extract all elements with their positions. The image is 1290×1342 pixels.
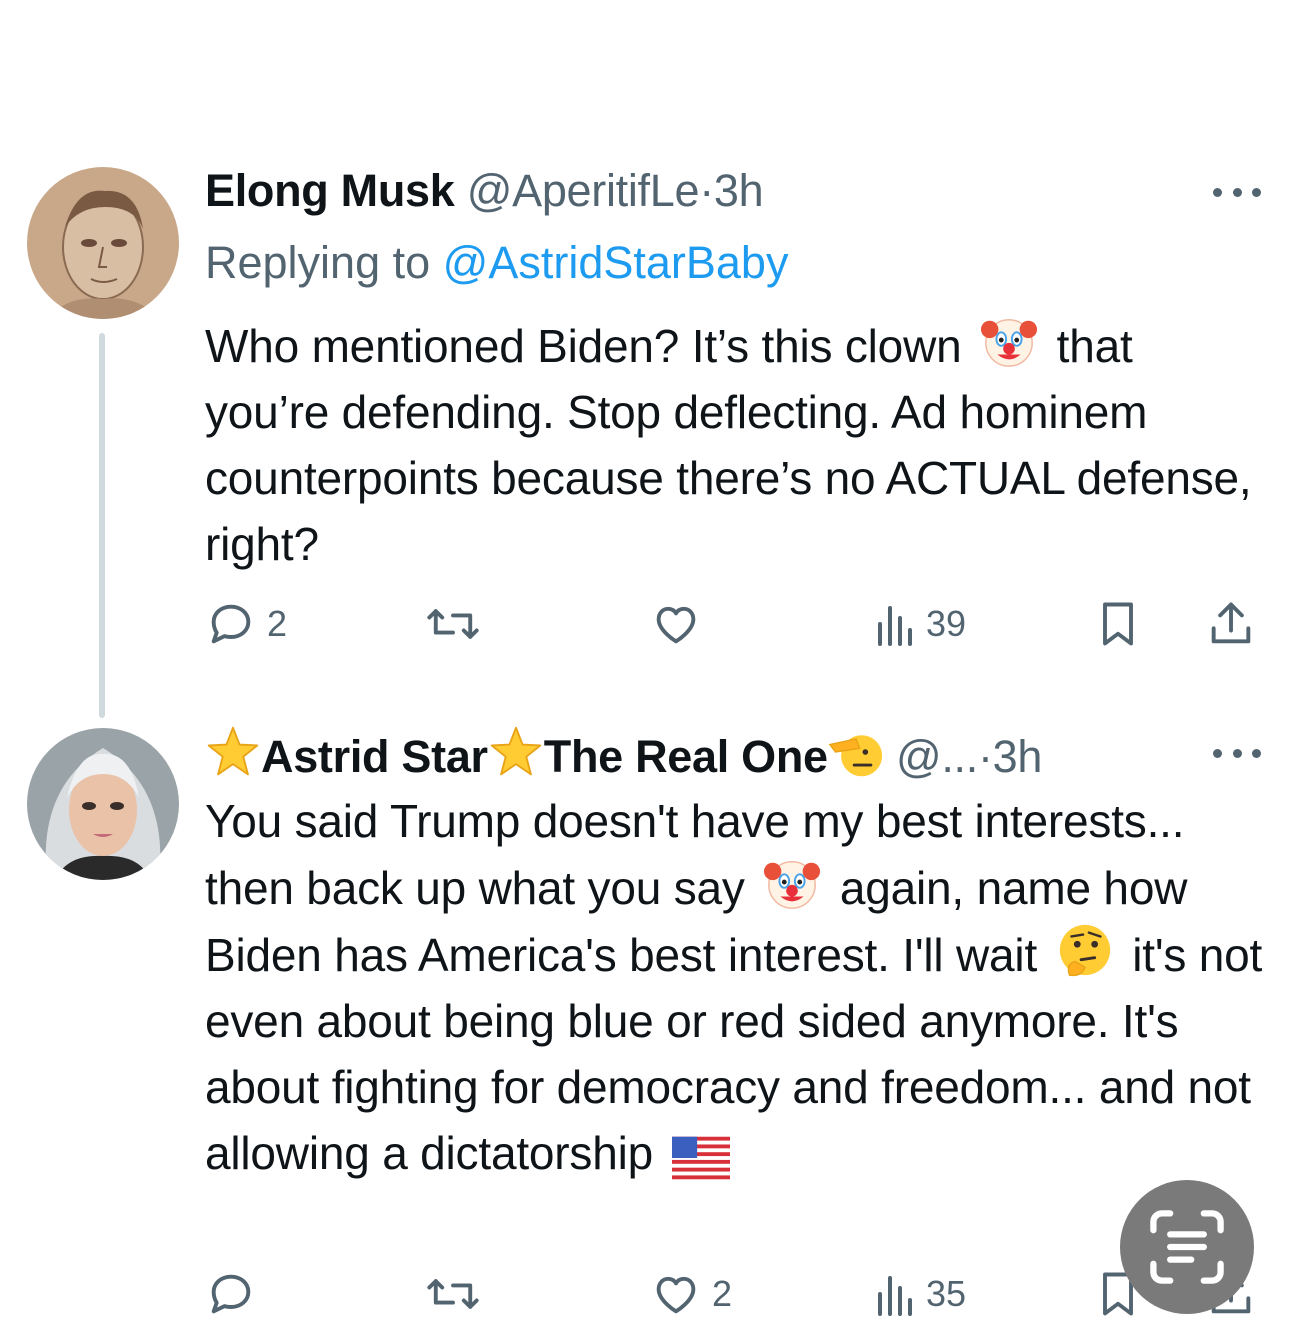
- tweet-time[interactable]: 3h: [714, 165, 764, 216]
- heart-icon: [656, 606, 696, 644]
- saluting-face-icon: [828, 724, 884, 780]
- tweet-actions: 2 35: [0, 1266, 1290, 1326]
- retweet-icon: [427, 1279, 479, 1309]
- avatar-astrid-star[interactable]: [27, 728, 179, 880]
- more-options-icon[interactable]: [1213, 743, 1261, 763]
- more-options-icon[interactable]: [1213, 182, 1261, 202]
- reply-icon: [211, 604, 251, 644]
- thinking-face-icon: [1056, 921, 1114, 979]
- retweet-button[interactable]: [425, 598, 491, 650]
- author-name[interactable]: Elong Musk: [205, 165, 455, 216]
- share-button[interactable]: [1205, 598, 1257, 650]
- heart-icon: [656, 1276, 696, 1314]
- us-flag-icon: [671, 1129, 732, 1180]
- author-handle[interactable]: @AperitifLe: [467, 165, 700, 216]
- views-button[interactable]: 35: [872, 1268, 966, 1320]
- tweet-header: Elong Musk @AperitifLe·3h: [205, 164, 764, 218]
- tweet-header: Astrid Star The Real One @...·3h: [205, 724, 1042, 784]
- reply-button[interactable]: 2: [205, 598, 287, 650]
- like-count: 2: [712, 1273, 733, 1314]
- like-button[interactable]: 2: [650, 1268, 732, 1320]
- bookmark-icon: [1103, 602, 1133, 646]
- tweet-actions: 2 39: [0, 596, 1290, 656]
- avatar-elong-musk[interactable]: [27, 167, 179, 319]
- tweet-text: You said Trump doesn't have my best inte…: [205, 788, 1265, 1186]
- tweet-text: Who mentioned Biden? It’s this clown tha…: [205, 312, 1265, 577]
- analytics-icon: [878, 606, 912, 646]
- views-count: 35: [926, 1273, 967, 1314]
- author-name-part[interactable]: The Real One: [544, 731, 828, 782]
- star-icon: [488, 724, 544, 780]
- replying-to: Replying to @AstridStarBaby: [205, 236, 788, 290]
- share-icon: [1211, 602, 1251, 644]
- reply-count: 2: [267, 603, 288, 644]
- replying-to-label: Replying to: [205, 237, 443, 288]
- reply-icon: [211, 1274, 251, 1314]
- retweet-button[interactable]: [425, 1268, 491, 1320]
- like-button[interactable]: [650, 598, 712, 650]
- analytics-icon: [878, 1276, 912, 1316]
- bookmark-button[interactable]: [1094, 598, 1142, 650]
- clown-face-icon: [763, 854, 821, 912]
- live-text-button[interactable]: [1120, 1180, 1254, 1314]
- tweet-text-part: Who mentioned Biden? It’s this clown: [205, 320, 962, 372]
- clown-face-icon: [980, 312, 1038, 370]
- star-icon: [205, 724, 261, 780]
- tweet-time[interactable]: 3h: [993, 731, 1043, 782]
- separator-dot: ·: [977, 731, 993, 782]
- views-button[interactable]: 39: [872, 598, 966, 650]
- text-scan-icon: [1150, 1210, 1224, 1284]
- author-name-part[interactable]: Astrid Star: [261, 731, 488, 782]
- separator-dot: ·: [699, 165, 714, 216]
- author-handle[interactable]: @...: [896, 731, 978, 782]
- reply-button[interactable]: [205, 1268, 267, 1320]
- thread-connector-line: [99, 333, 105, 718]
- retweet-icon: [427, 609, 479, 639]
- views-count: 39: [926, 603, 967, 644]
- replying-to-mention[interactable]: @AstridStarBaby: [443, 237, 789, 288]
